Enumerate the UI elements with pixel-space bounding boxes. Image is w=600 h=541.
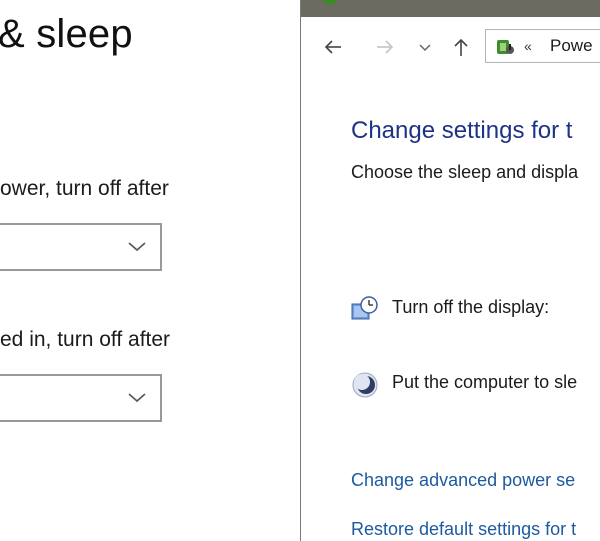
power-options-icon: [497, 40, 514, 54]
recent-locations-button[interactable]: [418, 37, 432, 57]
sleep-row: Put the computer to sle: [351, 370, 600, 400]
battery-sleep-label: ower, turn off after: [0, 177, 169, 200]
sleep-label: Put the computer to sle: [392, 372, 578, 392]
address-bar[interactable]: « Powe: [485, 29, 600, 63]
chevron-down-icon: [128, 242, 146, 252]
window-titlebar[interactable]: [301, 0, 600, 17]
moon-sleep-icon: [352, 372, 378, 398]
advanced-power-settings-link[interactable]: Change advanced power se: [351, 470, 575, 491]
page-title: & sleep: [0, 12, 133, 56]
back-button[interactable]: [323, 37, 343, 57]
arrow-up-icon: [454, 38, 468, 56]
breadcrumb-separator: «: [524, 38, 532, 54]
forward-button[interactable]: [375, 37, 395, 57]
page-heading: Change settings for t: [351, 117, 573, 144]
arrow-right-icon: [377, 40, 394, 54]
battery-sleep-select[interactable]: [0, 223, 162, 271]
plugged-sleep-select[interactable]: [0, 374, 162, 422]
control-panel-window: « Powe Change settings for t Choose the …: [300, 0, 600, 541]
arrow-left-icon: [324, 40, 341, 54]
navigation-bar: « Powe: [301, 17, 600, 79]
display-clock-icon: [351, 296, 378, 320]
turn-off-display-label: Turn off the display:: [392, 297, 550, 317]
settings-panel: & sleep ower, turn off after ed in, turn…: [0, 0, 300, 541]
plugged-sleep-label: ed in, turn off after: [0, 328, 171, 351]
up-button[interactable]: [451, 37, 471, 57]
chevron-down-icon: [419, 44, 431, 52]
chevron-down-icon: [128, 393, 146, 403]
control-panel-icon: [323, 0, 337, 5]
breadcrumb-power-options[interactable]: Powe: [550, 36, 593, 56]
restore-defaults-link[interactable]: Restore default settings for t: [351, 519, 576, 540]
page-subheading: Choose the sleep and displa: [351, 162, 579, 182]
turn-off-display-row: Turn off the display:: [351, 295, 600, 325]
